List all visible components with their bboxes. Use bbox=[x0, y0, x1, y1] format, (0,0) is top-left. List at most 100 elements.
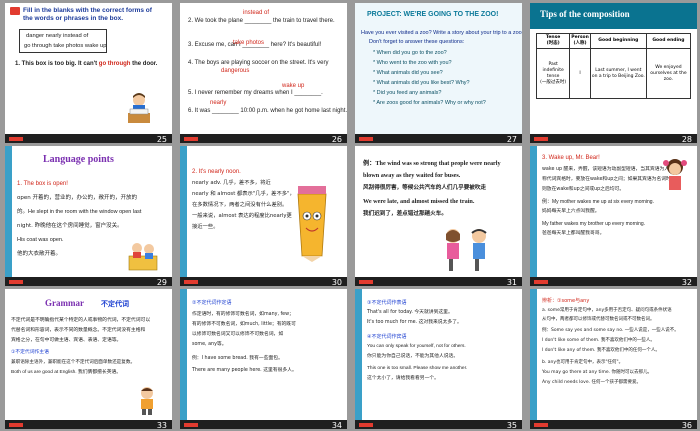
slide-footer: 32 bbox=[530, 277, 697, 286]
point-line: nearly adv. 几乎，差不多，将近 bbox=[192, 180, 271, 186]
slide-thumbnail-30[interactable]: 2. It's nearly noon. nearly adv. 几乎，差不多，… bbox=[180, 146, 347, 286]
footer-accent bbox=[359, 280, 373, 284]
boy-reading-illustration bbox=[125, 91, 153, 125]
slide-number: 34 bbox=[331, 421, 342, 429]
slide-number: 30 bbox=[331, 278, 342, 286]
answer-4: dangerous bbox=[221, 68, 250, 74]
slide-title: Grammar bbox=[45, 298, 84, 308]
slide-thumbnail-36[interactable]: 辨析：①some与any a. some常用于肯定句中，any多用于否定句、疑问… bbox=[530, 289, 697, 429]
grammar-line: That's all for today. 今天就讲到这里。 bbox=[367, 310, 453, 315]
grammar-line: 代替名词和形容词，表示不同的数量概念。不定代词没有主格和 bbox=[11, 328, 146, 333]
slide-thumbnail-33[interactable]: Grammar 不定代词 不定代词是不明确指代某个特定的人或事物的代词，不定代词… bbox=[5, 289, 172, 429]
grammar-line: some, any等。 bbox=[192, 342, 227, 347]
slide-number: 29 bbox=[156, 278, 167, 286]
question-text: Did you feed any animals? bbox=[376, 90, 442, 96]
slide-title: Tips of the composition bbox=[540, 9, 630, 19]
left-stripe bbox=[355, 289, 362, 420]
question-1: 1. This box is too big. It can't go thro… bbox=[15, 60, 157, 68]
grammar-line: Any child needs love. 任何一个孩子都需要爱。 bbox=[542, 380, 641, 385]
sentence-4: 4. The boys are playing soccer on the st… bbox=[188, 60, 329, 66]
slide-footer: 33 bbox=[5, 420, 172, 429]
slide-thumbnail-31[interactable]: 例：The wind was so strong that people wer… bbox=[355, 146, 522, 286]
slide-number: 25 bbox=[156, 135, 167, 143]
slide-footer: 31 bbox=[355, 277, 522, 286]
question-text: What animals did you see? bbox=[376, 70, 443, 76]
grammar-line: 你只能为你自己说话，不能为其他人说话。 bbox=[367, 354, 459, 359]
slide-thumbnail-26[interactable]: 2. We took the plane ________ the train … bbox=[180, 3, 347, 143]
slide-thumbnail-28[interactable]: Tips of the composition Tense (时态) Person… bbox=[530, 3, 697, 143]
question-item: * When did you go to the zoo? bbox=[373, 50, 447, 56]
example-line: 我们迟到了，差点错过那趟火车。 bbox=[363, 211, 447, 217]
slide-footer: 26 bbox=[180, 134, 347, 143]
question-text: Who went to the zoo with you? bbox=[376, 60, 452, 66]
question-item: * Did you feed any animals? bbox=[373, 90, 442, 96]
sentence-2: 2. We took the plane ________ the train … bbox=[188, 18, 335, 24]
point-line: 妈妈每天早上六点叫我醒。 bbox=[542, 209, 600, 214]
slide-title: Language points bbox=[43, 154, 114, 165]
project-reminder: Don't forget to answer these questions: bbox=[369, 39, 465, 45]
point-line: 的。He slept in the room with the window o… bbox=[17, 209, 142, 215]
question-text: When did you go to the zoo? bbox=[376, 50, 447, 56]
footer-accent bbox=[534, 137, 548, 141]
slide-bullet-icon bbox=[10, 7, 20, 15]
footer-accent bbox=[9, 423, 23, 427]
grammar-line: 例：I have some bread. 我有一些面包。 bbox=[192, 356, 283, 361]
grammar-line: You can only speak for yourself, not for… bbox=[367, 344, 466, 349]
slide-footer: 29 bbox=[5, 277, 172, 286]
point-line: open 开着的，营业的，办公的，敞开的，开放的 bbox=[17, 195, 137, 201]
grammar-line: ②不定代词作定语 bbox=[192, 300, 232, 306]
grammar-line: ④不定代词作宾语 bbox=[367, 334, 407, 340]
footer-accent bbox=[9, 280, 23, 284]
grammar-line: 从句中，两者都可以修饰或代替可数名词或不可数名词。 bbox=[542, 317, 655, 322]
question-item: * Are zoos good for animals? Why or why … bbox=[373, 100, 486, 106]
point-line: 一般来说，almost 表达的程度比nearly更 bbox=[192, 213, 292, 219]
grammar-line: I don't like some of them. 我不喜欢他们中的一些人。 bbox=[542, 338, 655, 343]
point-line: 例：My mother wakes me up at six every mor… bbox=[542, 199, 654, 205]
question-text: Are zoos good for animals? Why or why no… bbox=[376, 100, 486, 106]
slide-thumbnail-29[interactable]: Language points 1. The box is open! open… bbox=[5, 146, 172, 286]
example-line: 风刮得很厉害，等候公共汽车的人们几乎要被吹走 bbox=[363, 185, 487, 191]
point-line: His coat was open. bbox=[17, 237, 64, 243]
table-header: Good beginning bbox=[589, 33, 647, 49]
grammar-line: There are many people here. 这里有很多人。 bbox=[192, 368, 297, 373]
table-cell: We enjoyed ourselves at the zoo. bbox=[645, 48, 692, 99]
grammar-line: 这个太小了，请给我看看另一个。 bbox=[367, 376, 439, 381]
table-cell: Past indefinite tense (一般过去时) bbox=[535, 48, 571, 99]
point-line: 接近一些。 bbox=[192, 224, 219, 230]
slide-thumbnail-34[interactable]: ②不定代词作定语 作定语时，有的修饰可数名词，如many, few； 有的修饰不… bbox=[180, 289, 347, 429]
left-stripe bbox=[530, 146, 537, 277]
slide-sorter-grid: Fill in the blanks with the correct form… bbox=[0, 0, 700, 431]
footer-accent bbox=[184, 280, 198, 284]
slide-thumbnail-35[interactable]: ③不定代词作表语 That's all for today. 今天就讲到这里。 … bbox=[355, 289, 522, 429]
slide-footer: 30 bbox=[180, 277, 347, 286]
example-line: 例：The wind was so strong that people wer… bbox=[363, 160, 501, 167]
question-1-answer: go through bbox=[98, 61, 131, 67]
grammar-line: 不定代词是不明确指代某个特定的人或事物的代词，不定代词可以 bbox=[11, 318, 151, 323]
question-1-text: 1. This box is too big. It can't bbox=[15, 61, 98, 67]
grammar-line: a. some常用于肯定句中，any多用于否定句、疑问句或条件状语 bbox=[542, 308, 672, 313]
word-box-line-1: danger nearly instead of bbox=[26, 33, 89, 39]
kids-with-box-illustration bbox=[125, 238, 161, 272]
point-line: wake up 醒来，弄醒，该短语为动副型短语，当其宾语为人 bbox=[542, 167, 670, 172]
slide-thumbnail-25[interactable]: Fill in the blanks with the correct form… bbox=[5, 3, 172, 143]
slide-thumbnail-32[interactable]: 3. Wake up, Mr. Bear! wake up 醒来，弄醒，该短语为… bbox=[530, 146, 697, 286]
child-illustration bbox=[133, 385, 161, 415]
girl-illustration bbox=[662, 156, 688, 192]
footer-accent bbox=[359, 137, 373, 141]
question-item: * Who went to the zoo with you? bbox=[373, 60, 452, 66]
grammar-line: 以修饰可数名词又可以修饰不可数名词，如 bbox=[192, 332, 284, 337]
footer-accent bbox=[9, 137, 23, 141]
point-line: 在多数情况下，两者之间没有什么差别。 bbox=[192, 202, 288, 208]
left-stripe bbox=[530, 289, 537, 420]
grammar-line: 宾格之分，在句中可做主语、宾语、表语、定语等。 bbox=[11, 338, 122, 343]
slide-thumbnail-27[interactable]: PROJECT: WE'RE GOING TO THE ZOO! Have yo… bbox=[355, 3, 522, 143]
slide-title: PROJECT: WE'RE GOING TO THE ZOO! bbox=[367, 11, 499, 18]
answer-6: nearly bbox=[210, 100, 227, 106]
left-stripe bbox=[180, 146, 187, 277]
slide-footer: 36 bbox=[530, 420, 697, 429]
answer-3: take photos bbox=[233, 40, 265, 46]
footer-accent bbox=[184, 423, 198, 427]
left-stripe bbox=[5, 146, 12, 277]
tips-table: Tense (时态) Person (人称) Good beginning Good… bbox=[535, 33, 692, 99]
table-header: Good ending bbox=[645, 33, 692, 49]
